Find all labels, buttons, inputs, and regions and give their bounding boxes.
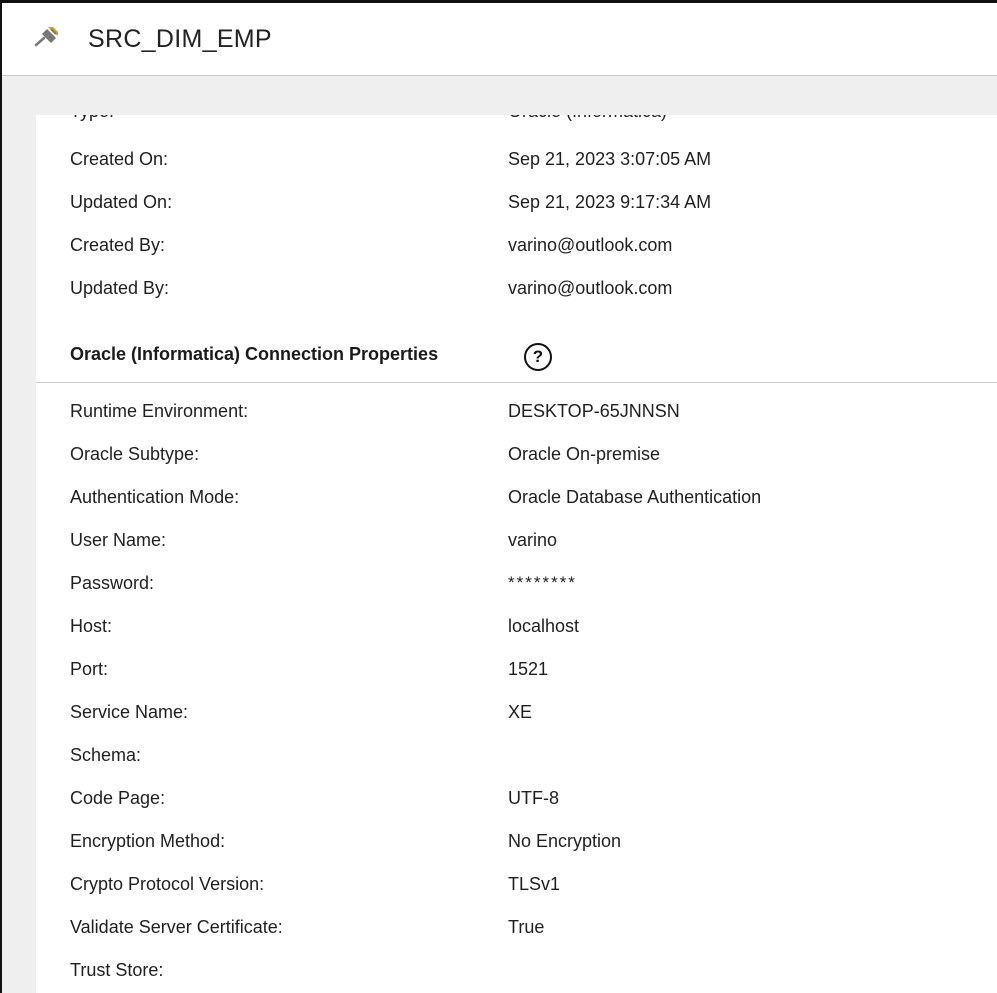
password-value: ********: [508, 573, 577, 592]
property-value: localhost: [508, 616, 580, 636]
property-label: Authentication Mode:: [70, 487, 240, 507]
property-label: Schema:: [70, 745, 142, 765]
property-label: Oracle Subtype:: [70, 444, 200, 464]
property-value: No Encryption: [508, 831, 622, 851]
property-label: User Name:: [70, 530, 167, 550]
property-row-authentication-mode: Authentication Mode: Oracle Database Aut…: [36, 482, 997, 512]
property-row-service-name: Service Name: XE: [36, 697, 997, 727]
property-label: Crypto Protocol Version:: [70, 874, 265, 894]
property-value: Sep 21, 2023 3:07:05 AM: [508, 149, 712, 169]
property-row-updated-on: Updated On: Sep 21, 2023 9:17:34 AM: [36, 187, 997, 217]
property-row-created-by: Created By: varino@outlook.com: [36, 230, 997, 260]
property-label: Encryption Method:: [70, 831, 226, 851]
property-row-crypto-protocol-version: Crypto Protocol Version: TLSv1: [36, 869, 997, 899]
property-value: TLSv1: [508, 874, 561, 894]
property-label: Port:: [70, 659, 109, 679]
property-value: varino@outlook.com: [508, 235, 673, 255]
property-label: Trust Store:: [70, 960, 164, 980]
property-value: XE: [508, 702, 533, 722]
connection-properties-section-header: Oracle (Informatica) Connection Properti…: [36, 339, 997, 383]
property-value: varino: [508, 530, 558, 550]
property-label: Updated By:: [70, 278, 170, 298]
property-value: True: [508, 917, 545, 937]
property-row-user-name: User Name: varino: [36, 525, 997, 555]
property-value: Oracle On-premise: [508, 444, 661, 464]
property-row-updated-by: Updated By: varino@outlook.com: [36, 273, 997, 303]
property-value: Sep 21, 2023 9:17:34 AM: [508, 192, 712, 212]
property-label: Runtime Environment:: [70, 401, 249, 421]
property-label: Validate Server Certificate:: [70, 917, 283, 937]
property-value: 1521: [508, 659, 549, 679]
property-label: Code Page:: [70, 788, 166, 808]
property-label: Service Name:: [70, 702, 189, 722]
property-label: Password:: [70, 573, 155, 593]
property-row-password: Password: ********: [36, 568, 997, 598]
property-row-created-on: Created On: Sep 21, 2023 3:07:05 AM: [36, 144, 997, 174]
property-row-encryption-method: Encryption Method: No Encryption: [36, 826, 997, 856]
property-row-host: Host: localhost: [36, 611, 997, 641]
section-title: Oracle (Informatica) Connection Properti…: [70, 344, 439, 364]
property-row-trust-store: Trust Store:: [36, 955, 997, 985]
help-question-icon[interactable]: ?: [524, 343, 552, 371]
page-title: SRC_DIM_EMP: [88, 25, 272, 53]
property-label: Type:: [70, 115, 114, 126]
property-row-validate-server-certificate: Validate Server Certificate: True: [36, 912, 997, 942]
property-label: Created By:: [70, 235, 166, 255]
property-row-type: Type: Oracle (Informatica): [36, 115, 997, 126]
property-value: Oracle Database Authentication: [508, 487, 762, 507]
connection-details-panel[interactable]: Type: Oracle (Informatica) Created On: S…: [36, 115, 997, 993]
property-label: Updated On:: [70, 192, 173, 212]
property-row-code-page: Code Page: UTF-8: [36, 783, 997, 813]
connection-plug-icon: [34, 26, 60, 48]
page-header: SRC_DIM_EMP: [2, 3, 997, 76]
property-value: DESKTOP-65JNNSN: [508, 401, 680, 421]
property-value: varino@outlook.com: [508, 278, 673, 298]
property-value: UTF-8: [508, 788, 559, 808]
property-row-runtime-environment: Runtime Environment: DESKTOP-65JNNSN: [36, 396, 997, 426]
property-label: Host:: [70, 616, 113, 636]
connection-details-window: SRC_DIM_EMP Type: Oracle (Informatica) C…: [0, 0, 997, 993]
property-label: Created On:: [70, 149, 169, 169]
property-row-schema: Schema:: [36, 740, 997, 770]
property-value: Oracle (Informatica): [508, 115, 667, 126]
property-row-oracle-subtype: Oracle Subtype: Oracle On-premise: [36, 439, 997, 469]
property-row-port: Port: 1521: [36, 654, 997, 684]
